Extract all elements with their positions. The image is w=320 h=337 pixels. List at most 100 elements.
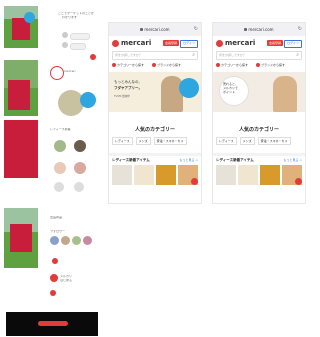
avatar bbox=[54, 162, 66, 174]
person-image bbox=[273, 76, 297, 112]
chat-line: わかります bbox=[62, 16, 78, 19]
popular-categories-title: 人気のカテゴリー bbox=[238, 127, 279, 133]
mercari-dot-icon bbox=[52, 258, 58, 264]
brand-link[interactable]: ブランドから探す bbox=[152, 63, 181, 67]
tab-ladies[interactable]: レディース bbox=[112, 137, 133, 145]
item-thumbnail[interactable] bbox=[178, 165, 198, 185]
item-thumbnail[interactable] bbox=[282, 165, 302, 185]
avatar bbox=[83, 236, 92, 245]
new-items-title: レディース新着アイテム bbox=[216, 158, 254, 162]
category-icon bbox=[112, 63, 116, 67]
avatar bbox=[54, 182, 64, 192]
avatar bbox=[50, 236, 59, 245]
item-thumbnail[interactable] bbox=[156, 165, 176, 185]
tab-electronics[interactable]: 家電・スマホ・カメ bbox=[153, 137, 187, 145]
login-button[interactable]: ログイン bbox=[179, 40, 198, 48]
more-link[interactable]: もっと見る > bbox=[284, 158, 302, 163]
blue-sphere bbox=[179, 78, 199, 98]
login-button[interactable]: ログイン bbox=[283, 40, 302, 48]
scene-thumbnail-4 bbox=[4, 208, 38, 268]
promo-banner[interactable]: もっとみんなの、 フダヤアプリー。 TVCM 放映中 bbox=[109, 72, 201, 112]
item-thumbnail[interactable] bbox=[238, 165, 258, 185]
feed-label: 出品商品 bbox=[50, 216, 63, 219]
brand-icon bbox=[256, 63, 261, 67]
section-label: レディース新着 bbox=[50, 128, 71, 131]
avatar bbox=[62, 42, 68, 48]
footer-label: はじめる bbox=[60, 279, 73, 282]
scene-thumbnail-3 bbox=[4, 120, 38, 178]
profile-badge-icon bbox=[50, 66, 64, 80]
cta-button[interactable] bbox=[38, 321, 68, 326]
search-icon[interactable]: ⌕ bbox=[192, 52, 195, 58]
signup-button[interactable]: 会員登録 bbox=[162, 40, 179, 46]
category-icon bbox=[216, 63, 220, 67]
mercari-logo-icon bbox=[216, 39, 223, 47]
mercari-dot-icon bbox=[90, 54, 96, 60]
follow-mock: レディース新着 bbox=[50, 126, 100, 206]
category-link[interactable]: カテゴリーから探す bbox=[216, 63, 248, 67]
avatar bbox=[54, 140, 66, 152]
mercari-dot-icon bbox=[50, 290, 56, 296]
new-items-title: レディース新着アイテム bbox=[112, 158, 150, 162]
item-thumbnail[interactable] bbox=[216, 165, 236, 185]
banner-sub: TVCM 放映中 bbox=[114, 95, 131, 98]
more-link[interactable]: もっと見る > bbox=[180, 158, 198, 163]
feed-label: フォロワー bbox=[50, 230, 66, 233]
category-link[interactable]: カテゴリーから探す bbox=[112, 63, 144, 67]
avatar bbox=[74, 182, 84, 192]
profile-mock: mercari bbox=[50, 66, 100, 126]
search-placeholder: 何をお探しですか？ bbox=[115, 53, 142, 57]
url-text: mercari.com bbox=[248, 27, 274, 32]
item-thumbnail[interactable] bbox=[134, 165, 154, 185]
promo-banner[interactable]: 売れると、 メルカリで ポイント bbox=[213, 72, 305, 112]
avatar bbox=[62, 32, 68, 38]
tab-mens[interactable]: メンズ bbox=[239, 137, 255, 145]
tab-mens[interactable]: メンズ bbox=[135, 137, 151, 145]
browser-url-bar[interactable]: mercari.com ↻ bbox=[213, 23, 305, 36]
search-placeholder: 何をお探しですか？ bbox=[219, 53, 246, 57]
lock-icon bbox=[244, 28, 248, 31]
banner-line: ポイント bbox=[223, 90, 236, 94]
site-header: mercari 会員登録 ログイン bbox=[213, 36, 305, 50]
item-thumbnail[interactable] bbox=[112, 165, 132, 185]
popular-categories-title: 人気のカテゴリー bbox=[134, 127, 175, 133]
footer-mock: メルカリ はじめる bbox=[50, 274, 100, 314]
logo[interactable]: mercari bbox=[121, 39, 151, 47]
person-image bbox=[161, 76, 183, 112]
dark-end-card bbox=[6, 312, 98, 336]
phone-mockup-2: mercari.com ↻ mercari 会員登録 ログイン 何をお探しですか… bbox=[212, 22, 306, 204]
tab-electronics[interactable]: 家電・スマホ・カメ bbox=[257, 137, 291, 145]
search-icon[interactable]: ⌕ bbox=[296, 52, 299, 58]
brand-link[interactable]: ブランドから探す bbox=[256, 63, 285, 67]
avatar bbox=[61, 236, 70, 245]
blue-sphere bbox=[80, 92, 96, 108]
avatar bbox=[74, 140, 86, 152]
banner-line: もっとみんなの、 bbox=[114, 80, 142, 84]
site-header: mercari 会員登録 ログイン bbox=[109, 36, 201, 50]
camera-button-icon[interactable] bbox=[295, 178, 302, 185]
reload-icon[interactable]: ↻ bbox=[298, 26, 302, 32]
phone-mockup-1: mercari.com ↻ mercari 会員登録 ログイン 何をお探しですか… bbox=[108, 22, 202, 204]
avatar bbox=[74, 162, 86, 174]
mercari-logo-icon bbox=[50, 274, 58, 282]
item-thumbnail[interactable] bbox=[260, 165, 280, 185]
search-input[interactable]: 何をお探しですか？ ⌕ bbox=[216, 51, 302, 60]
chat-mock-1: ここでマーケットのことが わかります bbox=[50, 6, 100, 66]
camera-button-icon[interactable] bbox=[191, 178, 198, 185]
banner-line: フダヤアプリー。 bbox=[114, 86, 142, 90]
url-text: mercari.com bbox=[144, 27, 170, 32]
scene-thumbnail-2 bbox=[4, 60, 38, 116]
brand-icon bbox=[152, 63, 157, 67]
reload-icon[interactable]: ↻ bbox=[194, 26, 198, 32]
mercari-logo-icon bbox=[112, 39, 119, 47]
tab-ladies[interactable]: レディース bbox=[216, 137, 237, 145]
signup-button[interactable]: 会員登録 bbox=[266, 40, 283, 46]
feed-mock: 出品商品 フォロワー bbox=[50, 214, 100, 274]
footer-label: メルカリ bbox=[60, 275, 72, 278]
logo[interactable]: mercari bbox=[225, 39, 255, 47]
browser-url-bar[interactable]: mercari.com ↻ bbox=[109, 23, 201, 36]
search-input[interactable]: 何をお探しですか？ ⌕ bbox=[112, 51, 198, 60]
scene-thumbnail-1 bbox=[4, 6, 38, 48]
profile-badge-label: mercari bbox=[64, 70, 76, 73]
chat-bubble bbox=[70, 33, 90, 40]
